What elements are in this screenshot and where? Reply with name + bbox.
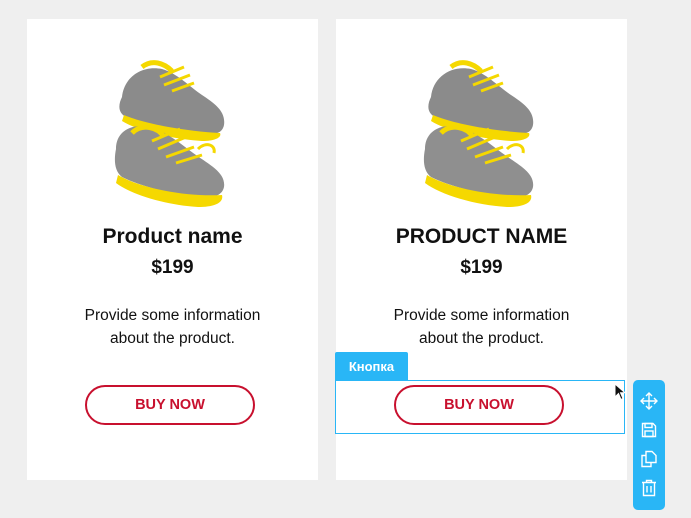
move-icon[interactable] — [635, 386, 663, 415]
product-title: PRODUCT NAME — [395, 225, 568, 248]
sneakers-image — [102, 37, 242, 212]
buy-now-button[interactable]: BUY NOW — [85, 385, 255, 425]
description-line: Provide some information — [84, 307, 261, 324]
product-price: $199 — [460, 257, 503, 278]
selection-element-tag[interactable]: Кнопка — [335, 352, 408, 380]
sneakers-image — [411, 37, 551, 212]
product-description: Provide some information about the produ… — [376, 304, 587, 350]
mouse-cursor-icon — [614, 382, 627, 401]
description-line: about the product. — [110, 330, 235, 347]
description-line: about the product. — [419, 330, 544, 347]
product-title: Product name — [102, 225, 243, 248]
product-price: $199 — [151, 257, 194, 278]
element-toolbar — [633, 380, 665, 510]
description-line: Provide some information — [393, 307, 570, 324]
product-description: Provide some information about the produ… — [67, 304, 278, 350]
buy-now-button[interactable]: BUY NOW — [394, 385, 564, 425]
save-icon[interactable] — [635, 415, 663, 444]
product-card: Product name $199 Provide some informati… — [27, 19, 318, 480]
delete-icon[interactable] — [635, 473, 663, 502]
product-card: PRODUCT NAME $199 Provide some informati… — [336, 19, 627, 480]
duplicate-icon[interactable] — [635, 444, 663, 473]
